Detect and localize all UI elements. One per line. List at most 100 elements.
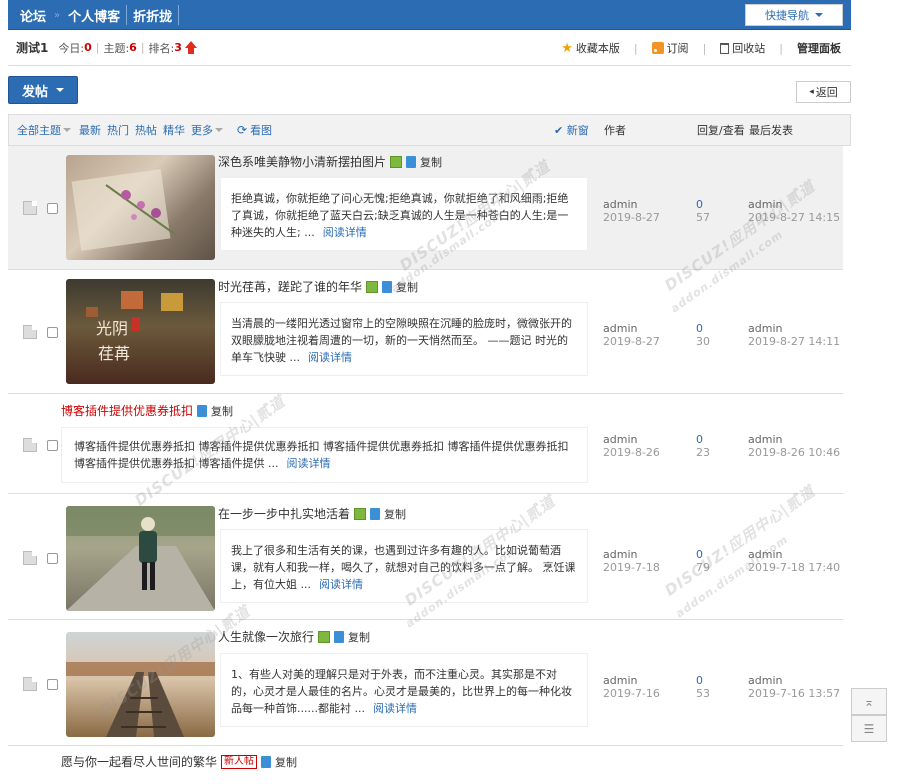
filter-digest[interactable]: 精华: [163, 122, 185, 138]
last-time[interactable]: 2019-8-27 14:11: [748, 335, 840, 348]
last-author[interactable]: admin: [748, 674, 840, 687]
view-images-toggle[interactable]: ⟳ 看图: [237, 122, 272, 138]
thread-filter-bar: 全部主题 最新 热门 热帖 精华 更多 ⟳ 看图 ✔ 新窗 作者 回复/查看 最后…: [8, 114, 851, 146]
read-more-link[interactable]: 阅读详情: [323, 226, 367, 239]
thread-author: admin 2019-7-18: [603, 548, 660, 574]
thread-row[interactable]: 深色系唯美静物小清新摆拍图片 复制 拒绝真诚，你就拒绝了问心无愧;拒绝真诚，你就…: [8, 146, 843, 270]
filter-more[interactable]: 更多: [191, 122, 223, 138]
copy-link[interactable]: 复制: [384, 506, 406, 522]
tools-divider: |: [702, 41, 707, 55]
last-author[interactable]: admin: [748, 322, 840, 335]
copy-icon[interactable]: [382, 280, 393, 293]
filter-all-topics[interactable]: 全部主题: [17, 122, 71, 138]
thread-select-checkbox[interactable]: [47, 679, 58, 690]
read-more-link[interactable]: 阅读详情: [286, 457, 330, 470]
filter-latest[interactable]: 最新: [79, 122, 101, 138]
thread-select-checkbox[interactable]: [47, 327, 58, 338]
last-time[interactable]: 2019-7-16 13:57: [748, 687, 840, 700]
new-window-checkbox[interactable]: ✔ 新窗: [554, 122, 589, 138]
quick-nav-button[interactable]: 快捷导航: [745, 4, 843, 26]
thread-row[interactable]: 人生就像一次旅行 复制 1、有些人对美的理解只是对于外表，而不注重心灵。其实那是…: [8, 620, 843, 746]
copy-link[interactable]: 复制: [420, 154, 442, 170]
copy-link[interactable]: 复制: [396, 279, 418, 295]
chevron-down-icon: [215, 128, 223, 132]
thread-summary: 拒绝真诚，你就拒绝了问心无愧;拒绝真诚，你就拒绝了和风细雨;拒绝了真诚，你就拒绝…: [220, 177, 588, 251]
copy-icon[interactable]: [370, 507, 381, 520]
view-count: 23: [696, 446, 710, 459]
thread-row[interactable]: 博客插件提供优惠券抵扣 复制 博客插件提供优惠券抵扣 博客插件提供优惠券抵扣 博…: [8, 394, 843, 494]
image-attachment-icon: [390, 155, 403, 168]
list-icon: ☰: [863, 721, 875, 736]
potted-plants-image: 光阴 荏苒: [86, 291, 183, 363]
read-more-link[interactable]: 阅读详情: [319, 578, 363, 591]
copy-icon[interactable]: [261, 755, 272, 768]
forum-info-bar: 测试1 今日: 0 | 主题: 6 | 排名: 3 ★ 收藏本版 | 订阅 | 回…: [8, 30, 851, 66]
thread-last-post: admin 2019-8-27 14:15: [748, 198, 840, 224]
copy-icon[interactable]: [334, 630, 345, 643]
filter-hot[interactable]: 热门: [107, 122, 129, 138]
copy-icon[interactable]: [197, 404, 208, 417]
manage-panel-link[interactable]: 管理面板: [797, 40, 841, 56]
favorite-forum-link[interactable]: ★ 收藏本版: [561, 40, 620, 56]
read-more-link[interactable]: 阅读详情: [373, 702, 417, 715]
thread-title-link[interactable]: 在一步一步中扎实地活着 复制: [218, 505, 406, 522]
thread-type-icon: [23, 551, 37, 565]
list-view-button[interactable]: ☰: [851, 715, 887, 742]
thread-title-link[interactable]: 博客插件提供优惠券抵扣 复制: [61, 402, 233, 419]
reply-count: 0: [696, 548, 703, 561]
thread-select-checkbox[interactable]: [47, 203, 58, 214]
read-more-link[interactable]: 阅读详情: [308, 351, 352, 364]
nav-blog[interactable]: 个人博客: [62, 6, 126, 25]
last-author[interactable]: admin: [748, 198, 840, 211]
thread-title-link[interactable]: 时光荏苒，蹉跎了谁的年华 复制: [218, 278, 418, 295]
copy-link[interactable]: 复制: [348, 629, 370, 645]
nav-forum[interactable]: 论坛: [8, 6, 52, 25]
thread-select-checkbox[interactable]: [47, 553, 58, 564]
thread-title-link[interactable]: 愿与你一起看尽人世间的繁华 新人帖 复制: [61, 753, 297, 770]
check-icon: ✔: [554, 124, 564, 137]
last-time[interactable]: 2019-7-18 17:40: [748, 561, 840, 574]
copy-link[interactable]: 复制: [211, 403, 233, 419]
author-name[interactable]: admin: [603, 433, 660, 446]
subscribe-link[interactable]: 订阅: [651, 40, 689, 56]
view-count: 53: [696, 687, 710, 700]
thread-title-link[interactable]: 深色系唯美静物小清新摆拍图片 复制: [218, 153, 442, 170]
today-count: 0: [84, 41, 92, 54]
filter-hot-posts[interactable]: 热帖: [135, 122, 157, 138]
recycle-bin-link[interactable]: 回收站: [720, 40, 765, 56]
last-time[interactable]: 2019-8-27 14:15: [748, 211, 840, 224]
thread-row[interactable]: 光阴 荏苒 时光荏苒，蹉跎了谁的年华 复制 当清晨的一缕阳光透过窗帘上的空隙映照…: [8, 270, 843, 394]
copy-link[interactable]: 复制: [275, 754, 297, 770]
thread-thumbnail[interactable]: [66, 632, 215, 737]
last-author[interactable]: admin: [748, 548, 840, 561]
quick-nav-label: 快捷导航: [765, 9, 809, 22]
back-button[interactable]: ◂ 返回: [796, 81, 851, 103]
author-name[interactable]: admin: [603, 322, 660, 335]
image-caption-2: 荏苒: [98, 344, 130, 363]
nav-collapse[interactable]: 折折拢: [127, 6, 178, 25]
image-attachment-icon: [366, 280, 379, 293]
new-post-button[interactable]: 发帖: [8, 76, 78, 104]
thread-title-link[interactable]: 人生就像一次旅行 复制: [218, 628, 370, 645]
last-time[interactable]: 2019-8-26 10:46: [748, 446, 840, 459]
thread-thumbnail[interactable]: [66, 155, 215, 260]
thread-author: admin 2019-8-27: [603, 322, 660, 348]
author-name[interactable]: admin: [603, 548, 660, 561]
thread-type-icon: [23, 201, 37, 215]
thread-select-checkbox[interactable]: [47, 440, 58, 451]
thread-thumbnail[interactable]: [66, 506, 215, 611]
thread-stats: 0 23: [696, 433, 710, 459]
back-to-top-button[interactable]: ⌅: [851, 688, 887, 715]
author-name[interactable]: admin: [603, 674, 660, 687]
column-last-post: 最后发表: [749, 124, 793, 137]
thread-row[interactable]: 在一步一步中扎实地活着 复制 我上了很多和生活有关的课，也遇到过许多有趣的人。比…: [8, 494, 843, 620]
author-name[interactable]: admin: [603, 198, 660, 211]
last-author[interactable]: admin: [748, 433, 840, 446]
thread-thumbnail[interactable]: 光阴 荏苒: [66, 279, 215, 384]
thread-row[interactable]: 愿与你一起看尽人世间的繁华 新人帖 复制: [8, 746, 843, 784]
copy-icon[interactable]: [406, 155, 417, 168]
thread-type-icon: [23, 677, 37, 691]
rank-label: 排名:: [148, 41, 175, 55]
top-nav: 论坛 » 个人博客 折折拢: [8, 0, 180, 30]
image-attachment-icon: [354, 507, 367, 520]
